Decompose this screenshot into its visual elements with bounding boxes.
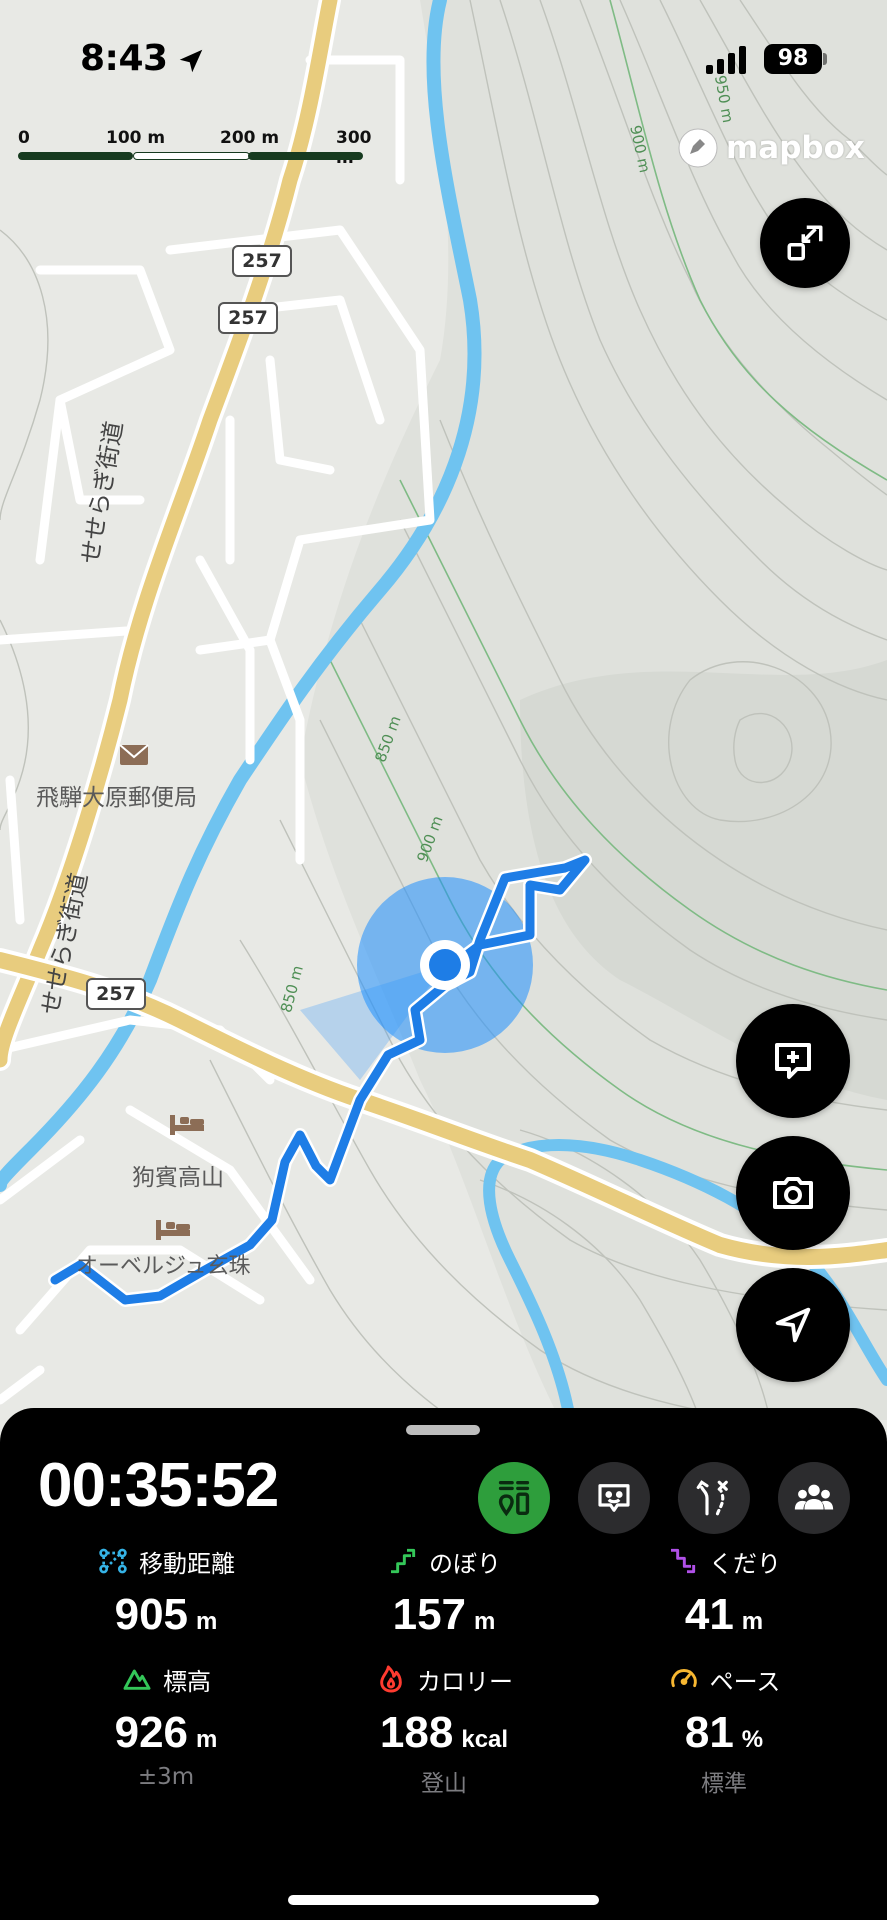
road-shield: 257 bbox=[232, 245, 292, 277]
scale-label: 200 m bbox=[220, 128, 280, 148]
elapsed-time: 00:35:52 bbox=[38, 1451, 279, 1520]
mapbox-wordmark: mapbox bbox=[726, 130, 865, 166]
cellular-signal-icon bbox=[706, 46, 746, 74]
map-scale: 0 100 m 200 m 300 m bbox=[18, 128, 378, 168]
recording-sheet[interactable]: 00:35:52 移動距離 905 m のぼり 157 m くだり 41 m 標… bbox=[0, 1408, 887, 1920]
post-office-icon bbox=[119, 744, 149, 765]
stat-pace: ペース 81 % 標準 bbox=[584, 1662, 864, 1798]
scale-label: 300 m bbox=[336, 128, 372, 168]
collapse-icon bbox=[787, 225, 823, 261]
lodging-label-2: オーベルジュ玄珠 bbox=[76, 1254, 251, 1279]
stat-elevation: 標高 926 m ±3m bbox=[26, 1662, 306, 1791]
ascent-icon bbox=[391, 1548, 416, 1574]
mapbox-icon bbox=[678, 128, 718, 168]
stat-unit: m bbox=[196, 1608, 218, 1635]
stat-label: カロリー bbox=[417, 1667, 513, 1696]
sheet-grabber[interactable] bbox=[406, 1425, 480, 1435]
collapse-map-button[interactable] bbox=[760, 198, 850, 288]
group-toggle[interactable] bbox=[778, 1462, 850, 1534]
stat-label: くだり bbox=[709, 1549, 781, 1578]
descent-icon bbox=[671, 1548, 696, 1574]
route-deviation-toggle[interactable] bbox=[678, 1462, 750, 1534]
stat-label: ペース bbox=[709, 1667, 781, 1696]
face-chat-icon bbox=[598, 1484, 630, 1512]
battery-tip bbox=[823, 53, 827, 65]
stat-value: 157 bbox=[392, 1590, 467, 1639]
checkpoint-toggle[interactable] bbox=[478, 1462, 550, 1534]
road-shield: 257 bbox=[218, 302, 278, 334]
mood-toggle[interactable] bbox=[578, 1462, 650, 1534]
speedometer-icon bbox=[670, 1669, 697, 1688]
home-indicator[interactable] bbox=[288, 1895, 599, 1905]
location-arrow-icon bbox=[179, 49, 203, 73]
stat-unit: m bbox=[474, 1608, 496, 1635]
add-comment-icon bbox=[775, 1043, 811, 1079]
stat-value: 41 bbox=[684, 1590, 734, 1639]
stat-label: 標高 bbox=[163, 1667, 211, 1696]
clock: 8:43 bbox=[80, 38, 168, 79]
stat-value: 926 bbox=[114, 1708, 189, 1757]
add-note-button[interactable] bbox=[736, 1004, 850, 1118]
camera-button[interactable] bbox=[736, 1136, 850, 1250]
road-shield: 257 bbox=[86, 978, 146, 1010]
flame-icon bbox=[380, 1665, 402, 1693]
stat-label: のぼり bbox=[429, 1549, 501, 1578]
stat-calories: カロリー 188 kcal 登山 bbox=[304, 1662, 584, 1798]
recenter-location-button[interactable] bbox=[736, 1268, 850, 1382]
stat-unit: kcal bbox=[461, 1726, 509, 1753]
checkpoint-map-icon bbox=[498, 1480, 530, 1517]
stat-subtext: ±3m bbox=[137, 1764, 195, 1790]
status-bar: 8:43 98 bbox=[0, 38, 887, 88]
group-people-icon bbox=[794, 1484, 834, 1510]
stat-value: 188 bbox=[379, 1708, 454, 1757]
stat-unit: % bbox=[741, 1726, 764, 1753]
distance-icon bbox=[99, 1548, 127, 1574]
route-branch-icon bbox=[696, 1480, 728, 1516]
stat-unit: m bbox=[196, 1726, 218, 1753]
post-office-label: 飛騨大原郵便局 bbox=[36, 785, 197, 811]
navigation-arrow-icon bbox=[775, 1307, 811, 1343]
battery-indicator: 98 bbox=[764, 44, 822, 74]
scale-label: 0 bbox=[18, 128, 30, 148]
stat-descent: くだり 41 m bbox=[584, 1544, 864, 1640]
lodging-label: 狗賓高山 bbox=[132, 1165, 224, 1191]
stat-value: 81 bbox=[684, 1708, 734, 1757]
stat-subtext: 登山 bbox=[421, 1771, 467, 1797]
mapbox-logo[interactable]: mapbox bbox=[676, 126, 865, 170]
camera-icon bbox=[773, 1177, 813, 1209]
stat-ascent: のぼり 157 m bbox=[304, 1544, 584, 1640]
scale-label: 100 m bbox=[106, 128, 166, 148]
stat-unit: m bbox=[741, 1608, 764, 1635]
stat-label: 移動距離 bbox=[139, 1549, 235, 1578]
stat-distance: 移動距離 905 m bbox=[26, 1544, 306, 1640]
stat-subtext: 標準 bbox=[701, 1771, 747, 1797]
mountain-icon bbox=[123, 1669, 151, 1690]
stat-value: 905 bbox=[114, 1590, 189, 1639]
